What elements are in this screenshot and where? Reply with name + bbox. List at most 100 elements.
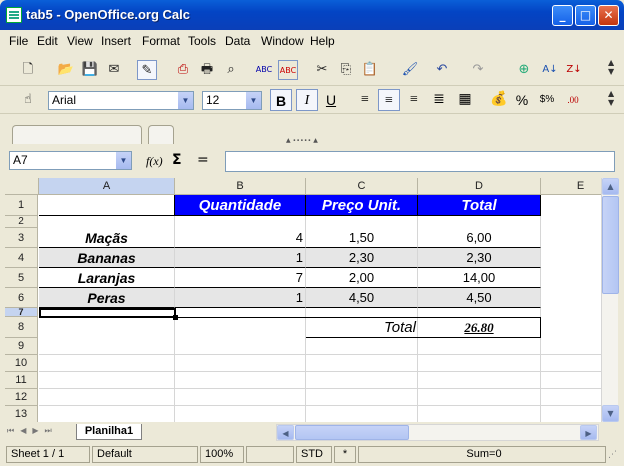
horizontal-scrollbar[interactable]: ◀ ▶ [276, 424, 599, 441]
item-qty-cell[interactable]: 7 [175, 268, 306, 288]
percent-icon[interactable]: % [511, 89, 533, 111]
row-header[interactable]: 11 [5, 372, 38, 389]
email-icon[interactable]: ✉ [104, 60, 124, 80]
calc-app-icon[interactable] [6, 7, 22, 23]
undo-icon[interactable]: ↶ [432, 60, 452, 80]
row-header[interactable]: 9 [5, 338, 38, 355]
minimize-button[interactable]: _ [552, 5, 573, 26]
menu-format[interactable]: Format [142, 34, 180, 48]
bold-button[interactable]: B [270, 89, 292, 111]
font-size-select[interactable]: 12 ▼ [202, 91, 262, 110]
save-icon[interactable]: 💾 [80, 60, 100, 80]
item-name-cell[interactable]: Peras [39, 288, 175, 308]
item-price-cell[interactable]: 2,30 [306, 248, 418, 268]
function-icon[interactable]: = [197, 152, 209, 168]
item-total-cell[interactable]: 4,50 [418, 288, 541, 308]
row-header[interactable]: 4 [5, 248, 38, 268]
item-qty-cell[interactable]: 1 [175, 288, 306, 308]
header-cell-preco-unit[interactable]: Preço Unit. [306, 195, 418, 216]
menu-file[interactable]: File [9, 34, 28, 48]
chevron-down-icon[interactable]: ▼ [178, 92, 193, 109]
row-header[interactable]: 1 [5, 195, 38, 216]
column-header-b[interactable]: B [175, 178, 306, 195]
menu-edit[interactable]: Edit [37, 34, 58, 48]
item-qty-cell[interactable]: 1 [175, 248, 306, 268]
row-header[interactable]: 6 [5, 288, 38, 308]
menu-window[interactable]: Window [261, 34, 304, 48]
justify-icon[interactable]: ≣ [428, 89, 450, 111]
select-all-corner[interactable] [5, 178, 39, 195]
item-name-cell[interactable]: Laranjas [39, 268, 175, 288]
sum-icon[interactable]: Σ [172, 152, 182, 168]
item-price-cell[interactable]: 1,50 [306, 228, 418, 248]
item-name-cell[interactable]: Bananas [39, 248, 175, 268]
status-sum[interactable]: Sum=0 [358, 446, 606, 463]
resize-grip-icon[interactable]: ▲ ∙∙∙∙∙ ▲ [286, 137, 318, 144]
menu-insert[interactable]: Insert [101, 34, 131, 48]
currency-icon[interactable]: 💰 [488, 89, 510, 111]
column-header-e[interactable]: E [541, 178, 601, 195]
status-zoom[interactable]: 100% [200, 446, 244, 463]
redo-icon[interactable]: ↷ [468, 60, 488, 80]
menu-help[interactable]: Help [310, 34, 335, 48]
copy-icon[interactable]: ⎘ [336, 60, 356, 80]
sort-descending-icon[interactable]: Z↓ [564, 60, 584, 80]
styles-icon[interactable]: ☝ [18, 90, 38, 110]
navigator-icon[interactable]: ⊕ [514, 60, 534, 80]
total-value-cell[interactable]: 26.80 [418, 317, 541, 338]
item-total-cell[interactable]: 14,00 [418, 268, 541, 288]
column-header-a[interactable]: A [39, 178, 175, 195]
paste-icon[interactable]: 📋 [360, 60, 380, 80]
function-wizard-icon[interactable]: f(x) [146, 154, 163, 169]
sheet-tab-planilha1[interactable]: Planilha1 [76, 424, 142, 440]
selected-cell-a7[interactable] [39, 308, 176, 318]
status-selection-mode[interactable]: STD [296, 446, 332, 463]
row-header[interactable]: 10 [5, 355, 38, 372]
docked-panel-tab[interactable] [12, 125, 142, 144]
row-header[interactable]: 5 [5, 268, 38, 288]
chevron-down-icon[interactable]: ▼ [246, 92, 261, 109]
scroll-up-icon[interactable]: ▲ [602, 178, 619, 195]
vertical-scrollbar[interactable]: ▲ ▼ [601, 178, 619, 422]
maximize-button[interactable]: □ [575, 5, 596, 26]
italic-button[interactable]: I [296, 89, 318, 111]
print-icon[interactable]: 🖶 [197, 60, 217, 80]
scroll-thumb[interactable] [295, 425, 409, 440]
scroll-left-icon[interactable]: ◀ [277, 425, 294, 440]
menu-view[interactable]: View [67, 34, 93, 48]
edit-file-icon[interactable]: ✎ [137, 60, 157, 80]
standard-format-icon[interactable]: $% [536, 89, 558, 111]
export-pdf-icon[interactable]: ⎙ [173, 60, 193, 80]
column-header-c[interactable]: C [306, 178, 418, 195]
align-right-icon[interactable]: ≡ [403, 89, 425, 111]
page-preview-icon[interactable]: ⌕ [221, 60, 241, 80]
row-header[interactable]: 3 [5, 228, 38, 248]
resize-grip-icon[interactable]: ⋰ [608, 450, 617, 460]
docked-panel-tab[interactable] [148, 125, 174, 144]
row-header[interactable]: 2 [5, 216, 38, 228]
scroll-right-icon[interactable]: ▶ [580, 425, 597, 440]
open-folder-icon[interactable]: 📂 [56, 60, 76, 80]
row-header[interactable]: 12 [5, 389, 38, 406]
cell-a1[interactable] [39, 195, 175, 216]
row-header[interactable]: 13 [5, 406, 38, 422]
column-header-d[interactable]: D [418, 178, 541, 195]
item-total-cell[interactable]: 6,00 [418, 228, 541, 248]
close-button[interactable]: ✕ [598, 5, 619, 26]
scroll-thumb[interactable] [602, 196, 619, 294]
align-left-icon[interactable]: ≡ [354, 89, 376, 111]
toolbar-overflow-icon[interactable]: ▲ ▼ [608, 89, 614, 107]
item-price-cell[interactable]: 2,00 [306, 268, 418, 288]
chevron-down-icon[interactable]: ▼ [116, 152, 131, 169]
header-cell-total[interactable]: Total [418, 195, 541, 216]
item-name-cell[interactable]: Maçãs [39, 228, 175, 248]
item-price-cell[interactable]: 4,50 [306, 288, 418, 308]
spellcheck-icon[interactable]: ABC [254, 60, 274, 80]
toolbar-overflow-icon[interactable]: ▲ ▼ [608, 58, 614, 76]
menu-tools[interactable]: Tools [188, 34, 216, 48]
new-document-icon[interactable]: 🗋 [18, 60, 38, 80]
row-header[interactable]: 8 [5, 317, 38, 338]
status-style[interactable]: Default [92, 446, 198, 463]
header-cell-quantidade[interactable]: Quantidade [175, 195, 306, 216]
add-decimal-icon[interactable]: .00 [562, 89, 584, 111]
